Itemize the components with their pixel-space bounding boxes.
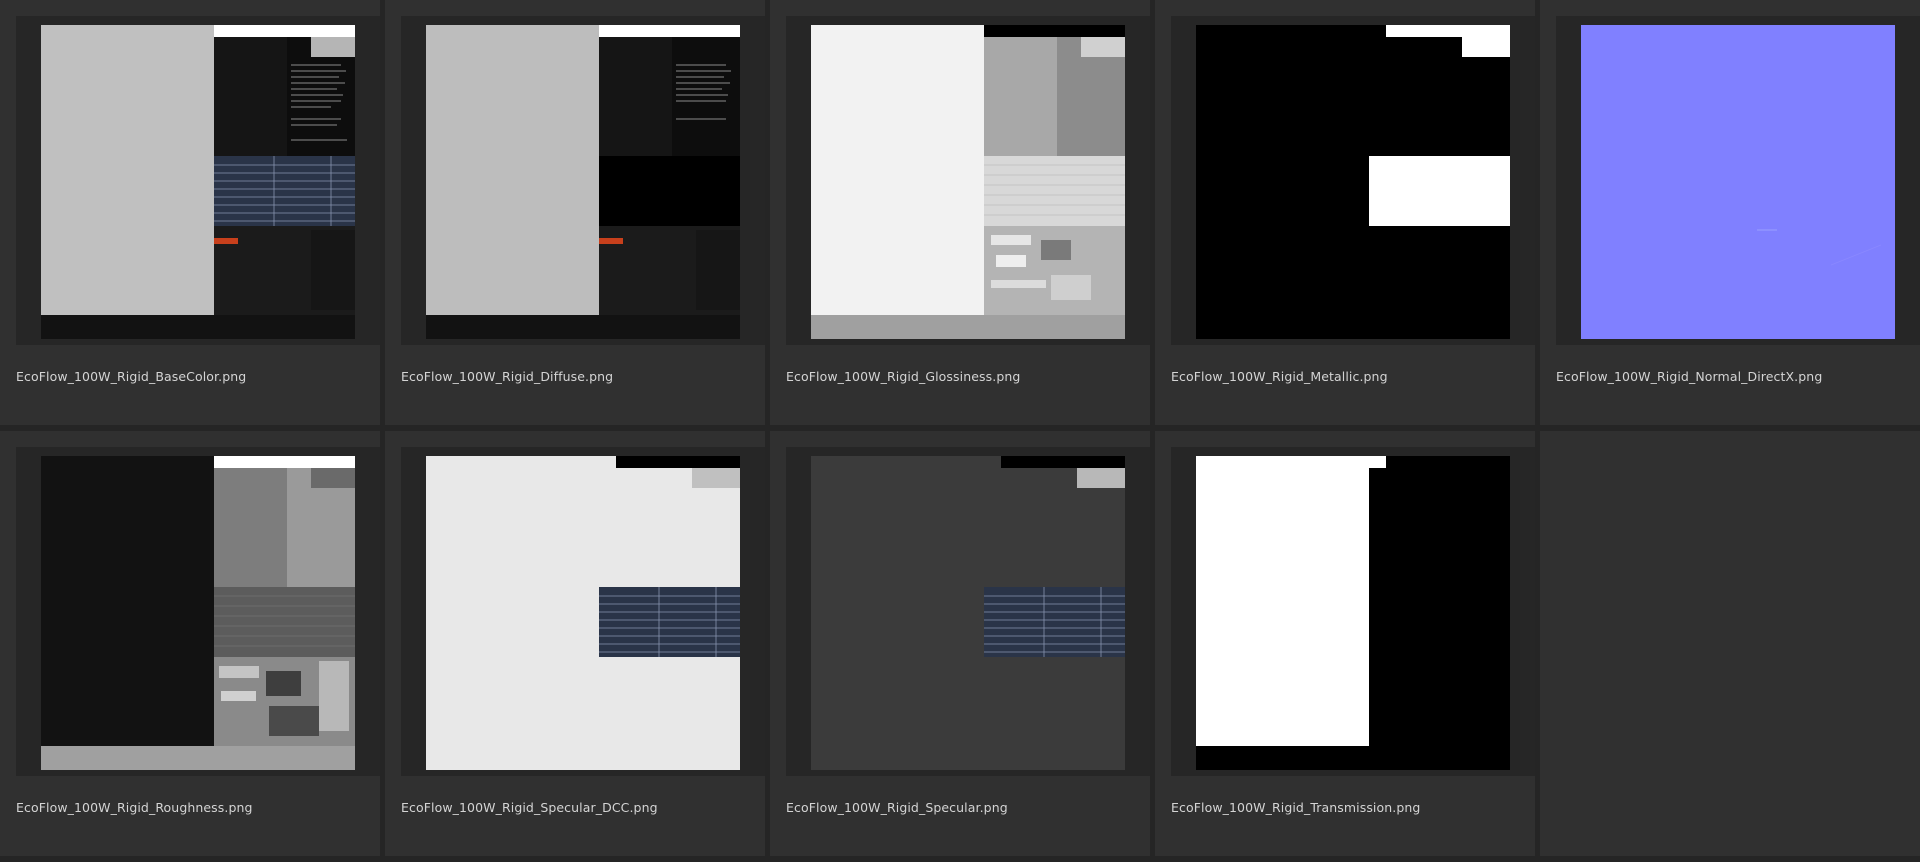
transmission-preview [1196,456,1510,770]
texture-thumbnail [1196,25,1510,339]
file-tile[interactable]: EcoFlow_100W_Rigid_BaseColor.png [0,0,380,425]
file-tile[interactable]: EcoFlow_100W_Rigid_Specular_DCC.png [385,431,765,856]
thumbnail-frame [786,447,1150,776]
specular-preview [811,456,1125,770]
texture-thumbnail [1196,456,1510,770]
file-tile[interactable]: EcoFlow_100W_Rigid_Metallic.png [1155,0,1535,425]
empty-tile [1540,431,1920,856]
texture-thumbnail [426,456,740,770]
thumbnail-frame [1171,16,1535,345]
normal-map-preview [1581,25,1895,339]
thumbnail-frame [1171,447,1535,776]
basecolor-preview [41,25,355,339]
file-tile[interactable]: EcoFlow_100W_Rigid_Specular.png [770,431,1150,856]
glossiness-preview [811,25,1125,339]
file-name-label: EcoFlow_100W_Rigid_Transmission.png [1171,800,1421,815]
file-name-label: EcoFlow_100W_Rigid_Roughness.png [16,800,253,815]
file-name-label: EcoFlow_100W_Rigid_BaseColor.png [16,369,247,384]
file-name-label: EcoFlow_100W_Rigid_Specular.png [786,800,1008,815]
roughness-preview [41,456,355,770]
thumbnail-grid: EcoFlow_100W_Rigid_BaseColor.png EcoFlow… [0,0,1920,862]
thumbnail-frame [1556,16,1920,345]
thumbnail-frame [16,447,380,776]
file-tile[interactable]: EcoFlow_100W_Rigid_Roughness.png [0,431,380,856]
texture-thumbnail [426,25,740,339]
file-tile[interactable]: EcoFlow_100W_Rigid_Normal_DirectX.png [1540,0,1920,425]
file-tile[interactable]: EcoFlow_100W_Rigid_Diffuse.png [385,0,765,425]
texture-thumbnail [41,456,355,770]
thumbnail-frame [401,16,765,345]
texture-thumbnail [811,456,1125,770]
texture-thumbnail [811,25,1125,339]
file-name-label: EcoFlow_100W_Rigid_Metallic.png [1171,369,1388,384]
file-name-label: EcoFlow_100W_Rigid_Specular_DCC.png [401,800,658,815]
metallic-preview [1196,25,1510,339]
file-tile[interactable]: EcoFlow_100W_Rigid_Glossiness.png [770,0,1150,425]
thumbnail-frame [786,16,1150,345]
thumbnail-frame [16,16,380,345]
file-name-label: EcoFlow_100W_Rigid_Glossiness.png [786,369,1021,384]
texture-thumbnail [41,25,355,339]
file-name-label: EcoFlow_100W_Rigid_Diffuse.png [401,369,614,384]
file-tile[interactable]: EcoFlow_100W_Rigid_Transmission.png [1155,431,1535,856]
diffuse-preview [426,25,740,339]
texture-thumbnail [1581,25,1895,339]
file-name-label: EcoFlow_100W_Rigid_Normal_DirectX.png [1556,369,1823,384]
thumbnail-frame [401,447,765,776]
specular-dcc-preview [426,456,740,770]
